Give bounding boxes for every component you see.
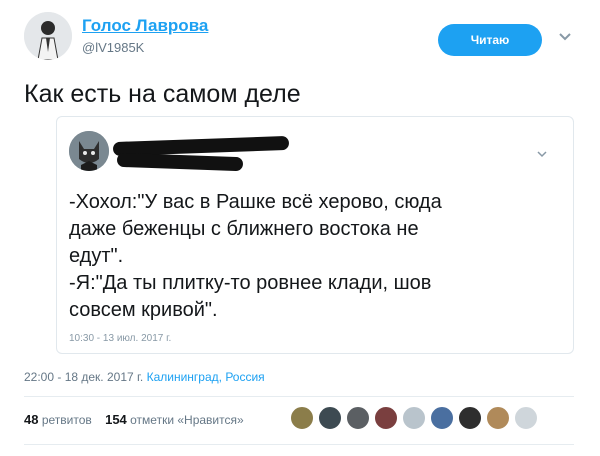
liker-avatar[interactable]: [346, 406, 370, 430]
likes-count[interactable]: 154: [105, 412, 127, 427]
liker-avatar[interactable]: [374, 406, 398, 430]
quote-line: едут".: [69, 245, 124, 267]
liker-avatar[interactable]: [514, 406, 538, 430]
quote-line: -Я:"Да ты плитку-то ровнее клади, шов: [69, 272, 432, 294]
quoted-tweet-text: -Хохол:"У вас в Рашке всё херово, сюда д…: [69, 189, 549, 324]
likes-label[interactable]: отметки «Нравится»: [130, 413, 244, 427]
engagement-stats: 48 ретвитов 154 отметки «Нравится»: [24, 412, 244, 427]
quote-line: даже беженцы с ближнего востока не: [69, 218, 419, 240]
liker-avatar[interactable]: [402, 406, 426, 430]
tweet-location[interactable]: Калининград, Россия: [147, 370, 265, 384]
liker-avatar[interactable]: [318, 406, 342, 430]
quoted-timestamp: 10:30 - 13 июл. 2017 г.: [69, 333, 172, 344]
tweet-text: Как есть на самом деле: [24, 80, 301, 108]
author-handle[interactable]: @lV1985K: [82, 40, 144, 55]
quote-line: -Хохол:"У вас в Рашке всё херово, сюда: [69, 191, 442, 213]
liker-avatar[interactable]: [458, 406, 482, 430]
author-avatar[interactable]: [24, 12, 72, 60]
chevron-down-icon[interactable]: [556, 28, 574, 46]
author-name[interactable]: Голос Лаврова: [82, 16, 208, 36]
follow-button[interactable]: Читаю: [438, 24, 542, 56]
divider: [24, 396, 574, 397]
liker-avatar[interactable]: [290, 406, 314, 430]
redacted-handle: [116, 152, 244, 172]
quoted-author-avatar[interactable]: [69, 131, 109, 171]
tweet-meta: 22:00 - 18 дек. 2017 г. Калининград, Рос…: [24, 370, 265, 384]
quote-line: совсем кривой".: [69, 299, 218, 321]
liker-avatar[interactable]: [430, 406, 454, 430]
tweet-timestamp[interactable]: 22:00 - 18 дек. 2017 г.: [24, 370, 143, 384]
retweets-count[interactable]: 48: [24, 412, 38, 427]
liker-avatar[interactable]: [486, 406, 510, 430]
retweets-label[interactable]: ретвитов: [42, 413, 92, 427]
liker-avatars: [290, 406, 538, 430]
chevron-down-icon[interactable]: [535, 147, 549, 161]
quoted-tweet[interactable]: -Хохол:"У вас в Рашке всё херово, сюда д…: [56, 116, 574, 354]
divider: [24, 444, 574, 445]
